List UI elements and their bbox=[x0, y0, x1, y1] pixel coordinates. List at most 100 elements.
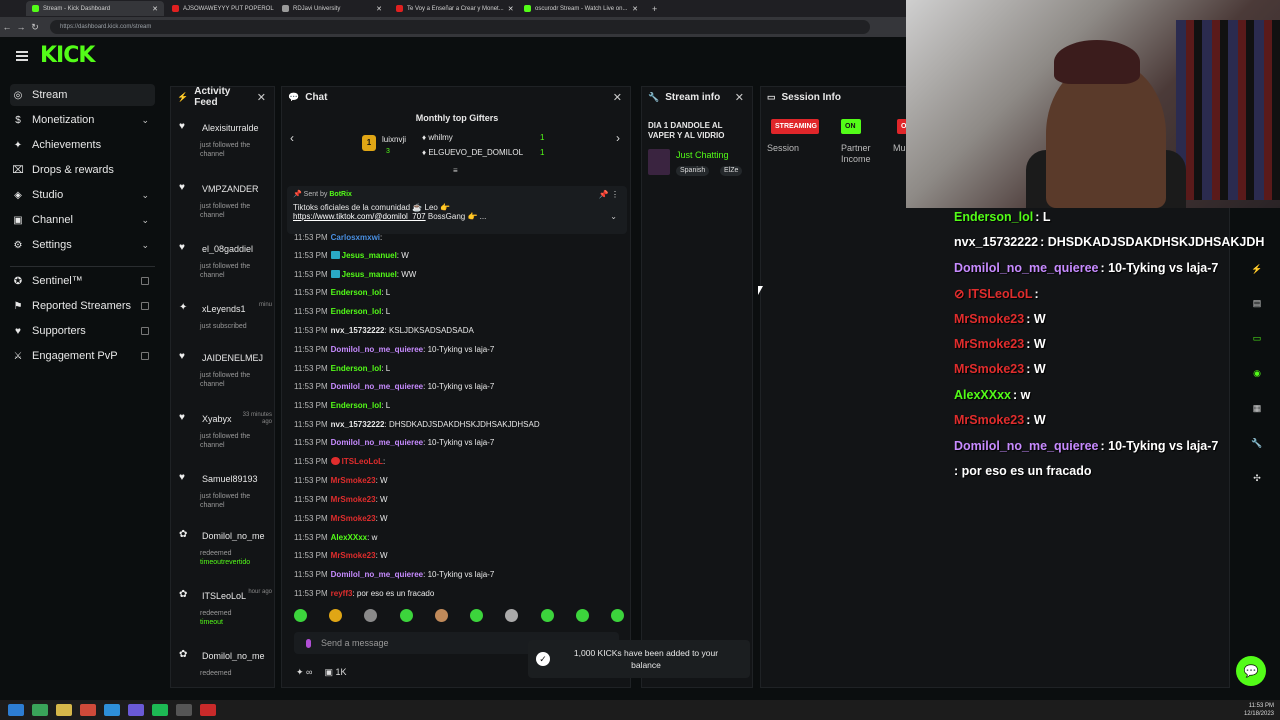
chat-username[interactable]: Jesus_manuel bbox=[342, 251, 397, 260]
url-field[interactable]: https://dashboard.kick.com/stream bbox=[50, 20, 870, 34]
close-icon[interactable]: ✕ bbox=[152, 5, 158, 13]
chat-message[interactable]: 11:53 PM nvx_15732222: DHSDKADJSDAKDHSKJD… bbox=[294, 420, 540, 429]
browser-tab[interactable]: Stream - Kick Dashboard ✕ bbox=[26, 1, 164, 16]
chat-username[interactable]: nvx_15732222 bbox=[331, 420, 385, 429]
share-icon[interactable]: ✣ bbox=[1246, 467, 1268, 489]
emote-icon[interactable] bbox=[540, 609, 554, 622]
chevron-down-icon[interactable]: ⌄ bbox=[141, 115, 149, 126]
taskbar-app-icon[interactable] bbox=[80, 704, 96, 716]
chat-username[interactable]: reyff3 bbox=[331, 589, 353, 598]
pin-icon[interactable]: 📌 ⋮ bbox=[599, 190, 619, 199]
chat-username[interactable]: Domilol_no_me_quieree bbox=[331, 345, 423, 354]
taskbar-app-icon[interactable] bbox=[32, 704, 48, 716]
emote-icon[interactable] bbox=[364, 609, 378, 622]
chat-username[interactable]: ITSLeoLoL bbox=[342, 457, 383, 466]
chat-message[interactable]: 11:53 PM Domilol_no_me_quieree: 10-Tyking… bbox=[294, 438, 494, 447]
chat-message[interactable]: 11:53 PM nvx_15732222: KSLJDKSADSADSADA bbox=[294, 326, 474, 335]
new-tab-button[interactable]: + bbox=[652, 4, 657, 14]
windows-start-icon[interactable] bbox=[8, 704, 24, 716]
chevron-left-icon[interactable]: ‹ bbox=[290, 131, 294, 145]
filter-icon[interactable]: ≡ bbox=[453, 166, 458, 175]
help-chat-button[interactable]: 💬 bbox=[1236, 656, 1266, 686]
sidebar-item-monetization[interactable]: $ Monetization ⌄ bbox=[10, 109, 155, 131]
sidebar-item-channel[interactable]: ▣ Channel ⌄ bbox=[10, 209, 155, 231]
obs-icon[interactable] bbox=[200, 704, 216, 716]
chat-username[interactable]: Domilol_no_me_quieree bbox=[331, 382, 423, 391]
chat-message[interactable]: 11:53 PM MrSmoke23: W bbox=[294, 551, 388, 560]
chat-message[interactable]: 11:53 PM Enderson_lol: L bbox=[294, 364, 390, 373]
pinned-link[interactable]: https://www.tiktok.com/@domilol_707 bbox=[293, 212, 426, 221]
back-icon[interactable]: ← bbox=[0, 22, 14, 32]
chat-message[interactable]: 11:53 PM MrSmoke23: W bbox=[294, 495, 388, 504]
chat-username[interactable]: MrSmoke23 bbox=[331, 551, 376, 560]
chat-message[interactable]: 11:53 PM Carlosxmxwi: bbox=[294, 233, 382, 242]
chat-username[interactable]: MrSmoke23 bbox=[331, 514, 376, 523]
chevron-right-icon[interactable]: › bbox=[616, 131, 620, 145]
chat-username[interactable]: Enderson_lol bbox=[331, 364, 382, 373]
chat-username[interactable]: Carlosxmxwi bbox=[331, 233, 380, 242]
sidebar-item-supporters[interactable]: ♥ Supporters bbox=[10, 320, 155, 342]
chat-username[interactable]: Enderson_lol bbox=[331, 288, 382, 297]
sidebar-item-engagement-pvp[interactable]: ⚔ Engagement PvP bbox=[10, 345, 155, 367]
chevron-down-icon[interactable]: ⌄ bbox=[141, 190, 149, 201]
gifter-name[interactable]: ♦ ELGUEVO_DE_DOMILOL bbox=[422, 148, 523, 157]
sidebar-item-achievements[interactable]: ✦ Achievements bbox=[10, 134, 155, 156]
close-icon[interactable]: ✕ bbox=[632, 5, 638, 13]
emote-icon[interactable] bbox=[505, 609, 519, 622]
emote-icon[interactable] bbox=[294, 609, 307, 622]
chat-message[interactable]: 11:53 PM Enderson_lol: L bbox=[294, 307, 390, 316]
forward-icon[interactable]: → bbox=[14, 22, 28, 32]
stream-category[interactable]: Just Chatting bbox=[676, 150, 729, 160]
activity-username[interactable]: Domilol_no_me bbox=[202, 651, 272, 661]
chat-message[interactable]: 11:53 PM Domilol_no_me_quieree: 10-Tyking… bbox=[294, 345, 494, 354]
close-icon[interactable]: ✕ bbox=[257, 91, 266, 104]
close-icon[interactable]: ✕ bbox=[735, 91, 744, 104]
taskbar-app-icon[interactable] bbox=[176, 704, 192, 716]
chat-message[interactable]: 11:53 PM Jesus_manuel: W bbox=[294, 251, 409, 260]
sidebar-item-drops-rewards[interactable]: ⌧ Drops & rewards bbox=[10, 159, 155, 181]
chat-message[interactable]: 11:53 PM Domilol_no_me_quieree: 10-Tyking… bbox=[294, 382, 494, 391]
emote-icon[interactable] bbox=[470, 609, 484, 622]
browser-tab[interactable]: RDJavi University ✕ bbox=[276, 1, 388, 16]
chat-username[interactable]: Domilol_no_me_quieree bbox=[331, 570, 423, 579]
chat-username[interactable]: Jesus_manuel bbox=[342, 270, 397, 279]
reload-icon[interactable]: ↻ bbox=[28, 22, 42, 33]
browser-tab[interactable]: Te Voy a Enseñar a Crear y Monet... ✕ bbox=[390, 1, 516, 16]
pinned-message[interactable]: 📌 Sent by BotRix Tiktoks oficiales de la… bbox=[287, 186, 627, 234]
lightning-icon[interactable]: ⚡ bbox=[1246, 258, 1268, 280]
sidebar-item-studio[interactable]: ◈ Studio ⌄ bbox=[10, 184, 155, 206]
activity-username[interactable]: JAIDENELMEJ bbox=[202, 353, 272, 363]
chat-username[interactable]: Domilol_no_me_quieree bbox=[331, 438, 423, 447]
close-icon[interactable]: ✕ bbox=[613, 91, 622, 104]
chat-message[interactable]: 11:53 PM AlexXXxx: w bbox=[294, 533, 377, 542]
sidebar-item-stream[interactable]: ◎ Stream bbox=[10, 84, 155, 106]
close-icon[interactable]: ✕ bbox=[508, 5, 514, 13]
activity-username[interactable]: el_08gaddiel bbox=[202, 244, 272, 254]
chat-username[interactable]: MrSmoke23 bbox=[331, 476, 376, 485]
gifter-name[interactable]: luixnvji bbox=[382, 135, 406, 144]
browser-tab[interactable]: oscurodr Stream - Watch Live on... ✕ bbox=[518, 1, 644, 16]
activity-username[interactable]: Alexisiturralde bbox=[202, 123, 272, 133]
kick-logo[interactable]: KICK bbox=[40, 43, 95, 68]
sidebar-item-sentinel[interactable]: ✪ Sentinel™ bbox=[10, 270, 155, 292]
gifter-name[interactable]: ♦ whilmy bbox=[422, 133, 453, 142]
chat-username[interactable]: AlexXXxx bbox=[331, 533, 367, 542]
layers-icon[interactable]: ▦ bbox=[1246, 397, 1268, 419]
activity-username[interactable]: VMPZANDER bbox=[202, 184, 272, 194]
emote-icon[interactable] bbox=[434, 609, 448, 622]
chat-message[interactable]: 11:53 PM Enderson_lol: L bbox=[294, 288, 390, 297]
chat-username[interactable]: Enderson_lol bbox=[331, 307, 382, 316]
chat-message[interactable]: 11:53 PM MrSmoke23: W bbox=[294, 476, 388, 485]
chat-message[interactable]: 11:53 PM ITSLeoLoL: bbox=[294, 457, 385, 466]
chat-message[interactable]: 11:53 PM reyff3: por eso es un fracado bbox=[294, 589, 434, 598]
emote-picker-icon[interactable]: ✦ ∞ bbox=[296, 667, 312, 678]
activity-username[interactable]: Domilol_no_me bbox=[202, 531, 272, 541]
wrench-icon[interactable]: 🔧 bbox=[1246, 432, 1268, 454]
emote-icon[interactable] bbox=[399, 609, 413, 622]
chat-icon[interactable]: ▭ bbox=[1246, 327, 1268, 349]
menu-icon[interactable] bbox=[16, 51, 28, 61]
activity-username[interactable]: Samuel89193 bbox=[202, 474, 272, 484]
chevron-down-icon[interactable]: ⌄ bbox=[610, 212, 617, 221]
emote-icon[interactable] bbox=[610, 609, 624, 622]
discord-icon[interactable] bbox=[128, 704, 144, 716]
